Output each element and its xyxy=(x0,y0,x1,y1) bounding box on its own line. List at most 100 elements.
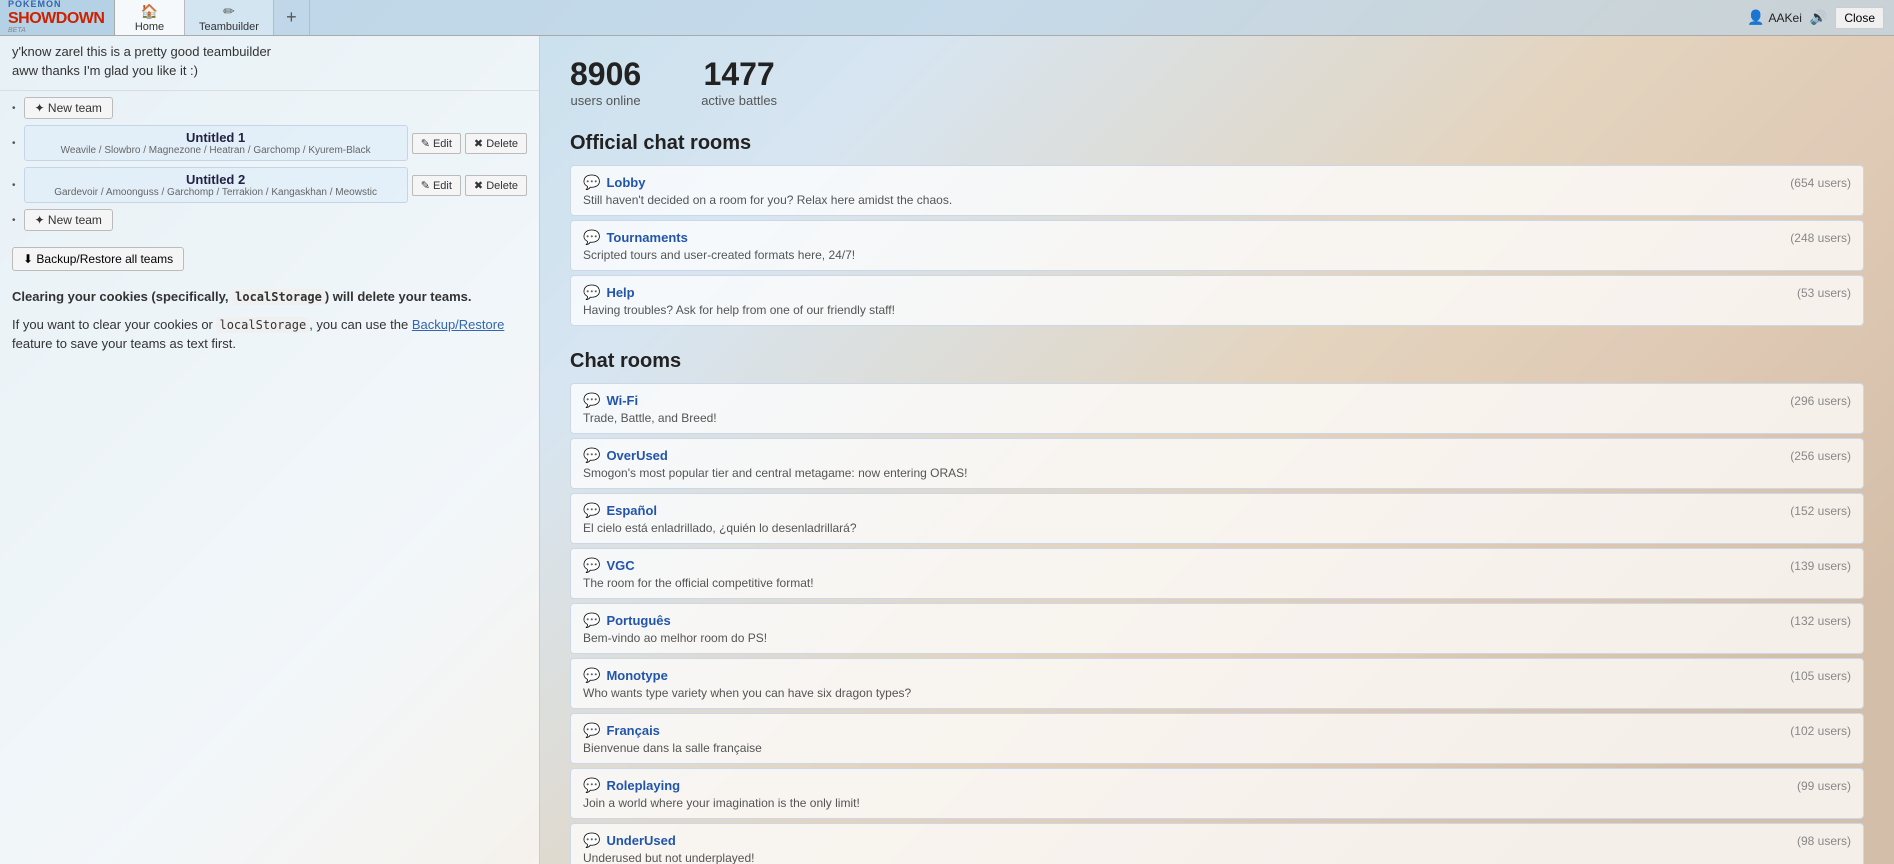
topbar: Pokémon SHOWDOWN BETA 🏠 Home ✏ Teambuild… xyxy=(0,0,1894,36)
room-name-wrap: 💬 Français xyxy=(583,722,660,739)
room-header: 💬 VGC (139 users) xyxy=(583,557,1851,574)
chat-room-item[interactable]: 💬 VGC (139 users) The room for the offic… xyxy=(570,548,1864,599)
pokemon-label: Pokémon xyxy=(8,0,104,10)
chat-room-item[interactable]: 💬 Français (102 users) Bienvenue dans la… xyxy=(570,713,1864,764)
warning-bold: Clearing your cookies (specifically, loc… xyxy=(12,289,471,304)
chat-room-item[interactable]: 💬 OverUsed (256 users) Smogon's most pop… xyxy=(570,438,1864,489)
official-room-item[interactable]: 💬 Help (53 users) Having troubles? Ask f… xyxy=(570,275,1864,326)
bullet-3: • xyxy=(12,180,16,191)
chat-bubble-icon: 💬 xyxy=(583,229,600,246)
topbar-right: 👤 AAKei 🔊 Close xyxy=(1737,0,1894,35)
room-desc: Bienvenue dans la salle française xyxy=(583,741,1851,755)
warning-text: Clearing your cookies (specifically, loc… xyxy=(12,287,527,307)
home-icon: 🏠 xyxy=(141,3,158,20)
chat-room-item[interactable]: 💬 Português (132 users) Bem-vindo ao mel… xyxy=(570,603,1864,654)
room-name-wrap: 💬 Help xyxy=(583,284,635,301)
chat-bubble-icon: 💬 xyxy=(583,612,600,629)
chat-room-item[interactable]: 💬 Monotype (105 users) Who wants type va… xyxy=(570,658,1864,709)
room-users: (102 users) xyxy=(1790,724,1851,738)
tab-home-label: Home xyxy=(135,21,164,33)
chat-bubble-icon: 💬 xyxy=(583,667,600,684)
room-header: 💬 Monotype (105 users) xyxy=(583,667,1851,684)
tab-home[interactable]: 🏠 Home xyxy=(115,0,185,35)
room-desc: Underused but not underplayed! xyxy=(583,851,1851,864)
room-users: (99 users) xyxy=(1797,779,1851,793)
logo-text: Pokémon SHOWDOWN BETA xyxy=(8,0,104,35)
edit-team-1-button[interactable]: ✎ Edit xyxy=(412,133,461,154)
delete-team-2-button[interactable]: ✖ Delete xyxy=(465,175,527,196)
team-name-2: Untitled 2 xyxy=(33,172,399,187)
new-team-button-top[interactable]: ✦ New team xyxy=(24,97,113,119)
chat-room-item[interactable]: 💬 UnderUsed (98 users) Underused but not… xyxy=(570,823,1864,864)
chat-bubble-icon: 💬 xyxy=(583,722,600,739)
room-header: 💬 Lobby (654 users) xyxy=(583,174,1851,191)
main-layout: y'know zarel this is a pretty good teamb… xyxy=(0,36,1894,864)
backup-restore-button[interactable]: ⬇ Backup/Restore all teams xyxy=(12,247,184,271)
room-header: 💬 UnderUsed (98 users) xyxy=(583,832,1851,849)
room-name: UnderUsed xyxy=(606,833,675,848)
chat-room-list: 💬 Wi-Fi (296 users) Trade, Battle, and B… xyxy=(570,383,1864,864)
room-name: Lobby xyxy=(606,175,645,190)
chat-bubble-icon: 💬 xyxy=(583,502,600,519)
room-name: VGC xyxy=(606,558,634,573)
room-users: (248 users) xyxy=(1790,231,1851,245)
bullet-4: • xyxy=(12,215,16,226)
sound-icon[interactable]: 🔊 xyxy=(1810,9,1827,26)
chat-room-item[interactable]: 💬 Roleplaying (99 users) Join a world wh… xyxy=(570,768,1864,819)
room-name-wrap: 💬 Monotype xyxy=(583,667,668,684)
official-room-item[interactable]: 💬 Lobby (654 users) Still haven't decide… xyxy=(570,165,1864,216)
room-users: (256 users) xyxy=(1790,449,1851,463)
room-users: (139 users) xyxy=(1790,559,1851,573)
official-room-list: 💬 Lobby (654 users) Still haven't decide… xyxy=(570,165,1864,326)
team-entry-2[interactable]: Untitled 2 Gardevoir / Amoonguss / Garch… xyxy=(24,167,408,203)
delete-team-1-button[interactable]: ✖ Delete xyxy=(465,133,527,154)
logo: Pokémon SHOWDOWN BETA xyxy=(0,0,115,35)
room-name-wrap: 💬 Español xyxy=(583,502,657,519)
room-users: (152 users) xyxy=(1790,504,1851,518)
right-panel: 8906 users online 1477 active battles Of… xyxy=(540,36,1894,864)
backup-restore-link[interactable]: Backup/Restore xyxy=(412,317,505,332)
tab-teambuilder[interactable]: ✏ Teambuilder xyxy=(185,0,274,35)
new-tab-button[interactable]: + xyxy=(274,0,310,35)
new-team-button-bottom[interactable]: ✦ New team xyxy=(24,209,113,231)
users-count: 8906 xyxy=(570,56,641,93)
room-desc: The room for the official competitive fo… xyxy=(583,576,1851,590)
room-header: 💬 OverUsed (256 users) xyxy=(583,447,1851,464)
room-name: Help xyxy=(606,285,634,300)
team-list: • ✦ New team • Untitled 1 Weavile / Slow… xyxy=(0,91,539,864)
official-room-item[interactable]: 💬 Tournaments (248 users) Scripted tours… xyxy=(570,220,1864,271)
room-name: Tournaments xyxy=(606,230,687,245)
user-info: 👤 AAKei xyxy=(1747,9,1802,26)
close-button[interactable]: Close xyxy=(1835,7,1884,29)
bullet-1: • xyxy=(12,103,16,114)
room-name: Monotype xyxy=(606,668,667,683)
room-users: (98 users) xyxy=(1797,834,1851,848)
new-team-item-top: • ✦ New team xyxy=(12,97,527,119)
backup-section: ⬇ Backup/Restore all teams xyxy=(12,239,527,279)
chat-bubble-icon: 💬 xyxy=(583,284,600,301)
room-users: (654 users) xyxy=(1790,176,1851,190)
edit-team-2-button[interactable]: ✎ Edit xyxy=(412,175,461,196)
room-desc: Still haven't decided on a room for you?… xyxy=(583,193,1851,207)
users-stat: 8906 users online xyxy=(570,56,641,108)
users-label: users online xyxy=(570,93,641,108)
room-name-wrap: 💬 VGC xyxy=(583,557,635,574)
room-header: 💬 Roleplaying (99 users) xyxy=(583,777,1851,794)
team-item-2: • Untitled 2 Gardevoir / Amoonguss / Gar… xyxy=(12,167,527,203)
room-desc: Having troubles? Ask for help from one o… xyxy=(583,303,1851,317)
chat-rooms-title: Chat rooms xyxy=(570,350,1864,373)
room-name-wrap: 💬 OverUsed xyxy=(583,447,668,464)
official-rooms-title: Official chat rooms xyxy=(570,132,1864,155)
team-entry-1[interactable]: Untitled 1 Weavile / Slowbro / Magnezone… xyxy=(24,125,408,161)
chat-bubble-icon: 💬 xyxy=(583,447,600,464)
room-desc: Join a world where your imagination is t… xyxy=(583,796,1851,810)
chat-message-1: y'know zarel this is a pretty good teamb… xyxy=(12,44,527,59)
battles-label: active battles xyxy=(701,93,777,108)
chat-room-item[interactable]: 💬 Wi-Fi (296 users) Trade, Battle, and B… xyxy=(570,383,1864,434)
chat-room-item[interactable]: 💬 Español (152 users) El cielo está enla… xyxy=(570,493,1864,544)
room-header: 💬 Help (53 users) xyxy=(583,284,1851,301)
chat-bubble-icon: 💬 xyxy=(583,777,600,794)
room-name: Wi-Fi xyxy=(606,393,638,408)
room-header: 💬 Français (102 users) xyxy=(583,722,1851,739)
beta-label: BETA xyxy=(8,27,104,35)
